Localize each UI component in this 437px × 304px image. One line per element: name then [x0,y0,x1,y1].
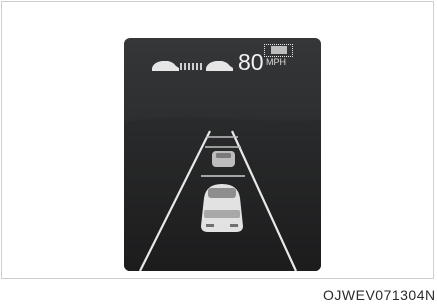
set-speed-indicator [271,46,287,54]
speed-unit: MPH [266,57,286,67]
own-vehicle-icon [201,184,243,232]
speed-value: 80 [238,49,264,75]
cluster-display: 80 MPH [124,38,321,271]
lead-vehicle-icon [212,151,235,167]
figure-code: OJWEV071304N [323,287,436,303]
following-distance-bars-icon [180,63,202,70]
rear-car-icon [206,61,233,71]
front-car-icon [152,61,179,71]
cluster-graphic [124,61,321,271]
